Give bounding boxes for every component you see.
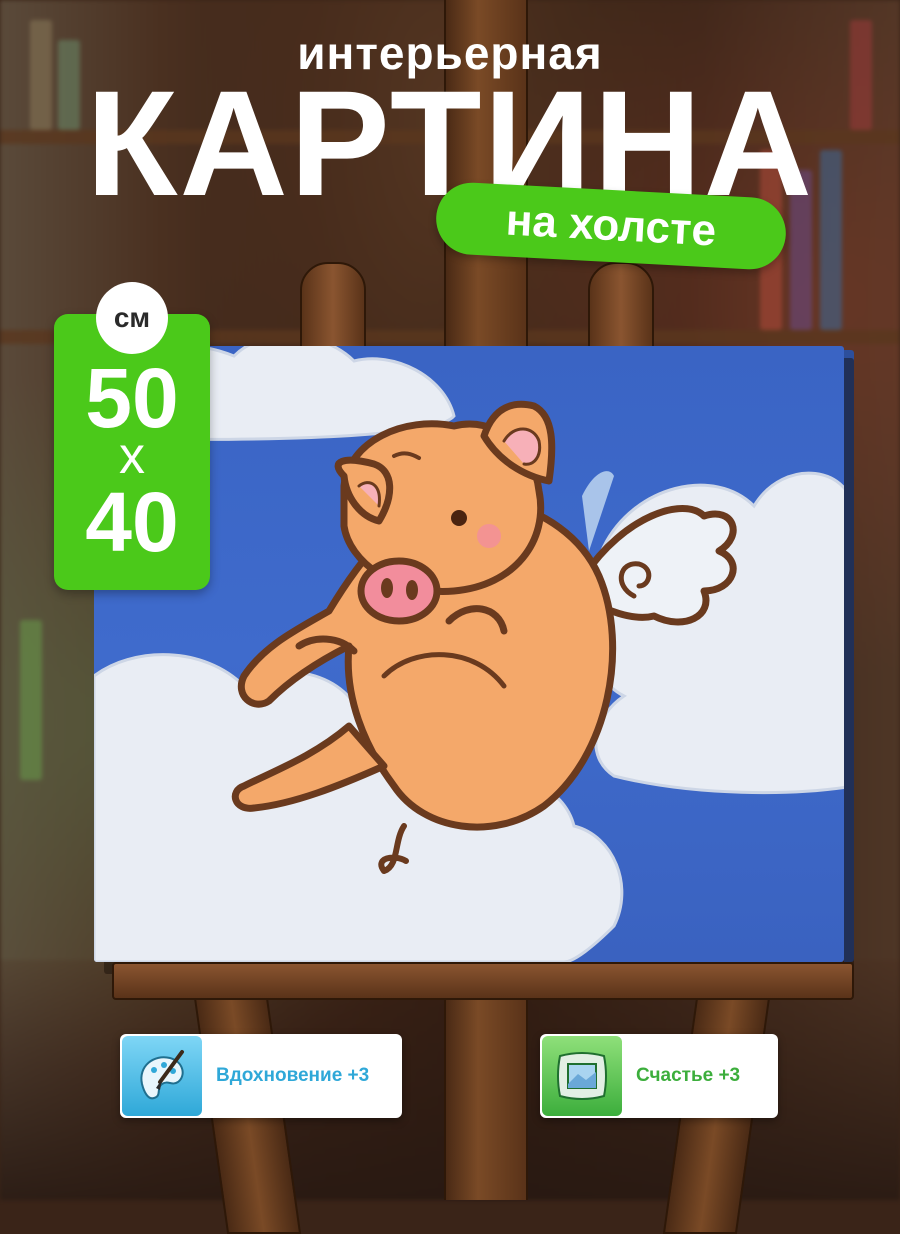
buff-label: Вдохновение +3 bbox=[216, 1065, 370, 1086]
palette-brush-icon bbox=[122, 1036, 202, 1116]
canvas-side-edge bbox=[844, 350, 854, 962]
size-height: 40 bbox=[85, 475, 179, 569]
pill-label: на холсте bbox=[504, 195, 718, 256]
pillow-picture-icon bbox=[542, 1036, 622, 1116]
buff-label: Счастье +3 bbox=[636, 1065, 741, 1086]
easel-shelf bbox=[112, 962, 854, 1000]
size-unit: см bbox=[113, 302, 151, 333]
size-unit-circle: см bbox=[96, 282, 168, 354]
buff-card-inspiration: Вдохновение +3 bbox=[120, 1034, 402, 1118]
buff-card-happiness: Счастье +3 bbox=[540, 1034, 778, 1118]
